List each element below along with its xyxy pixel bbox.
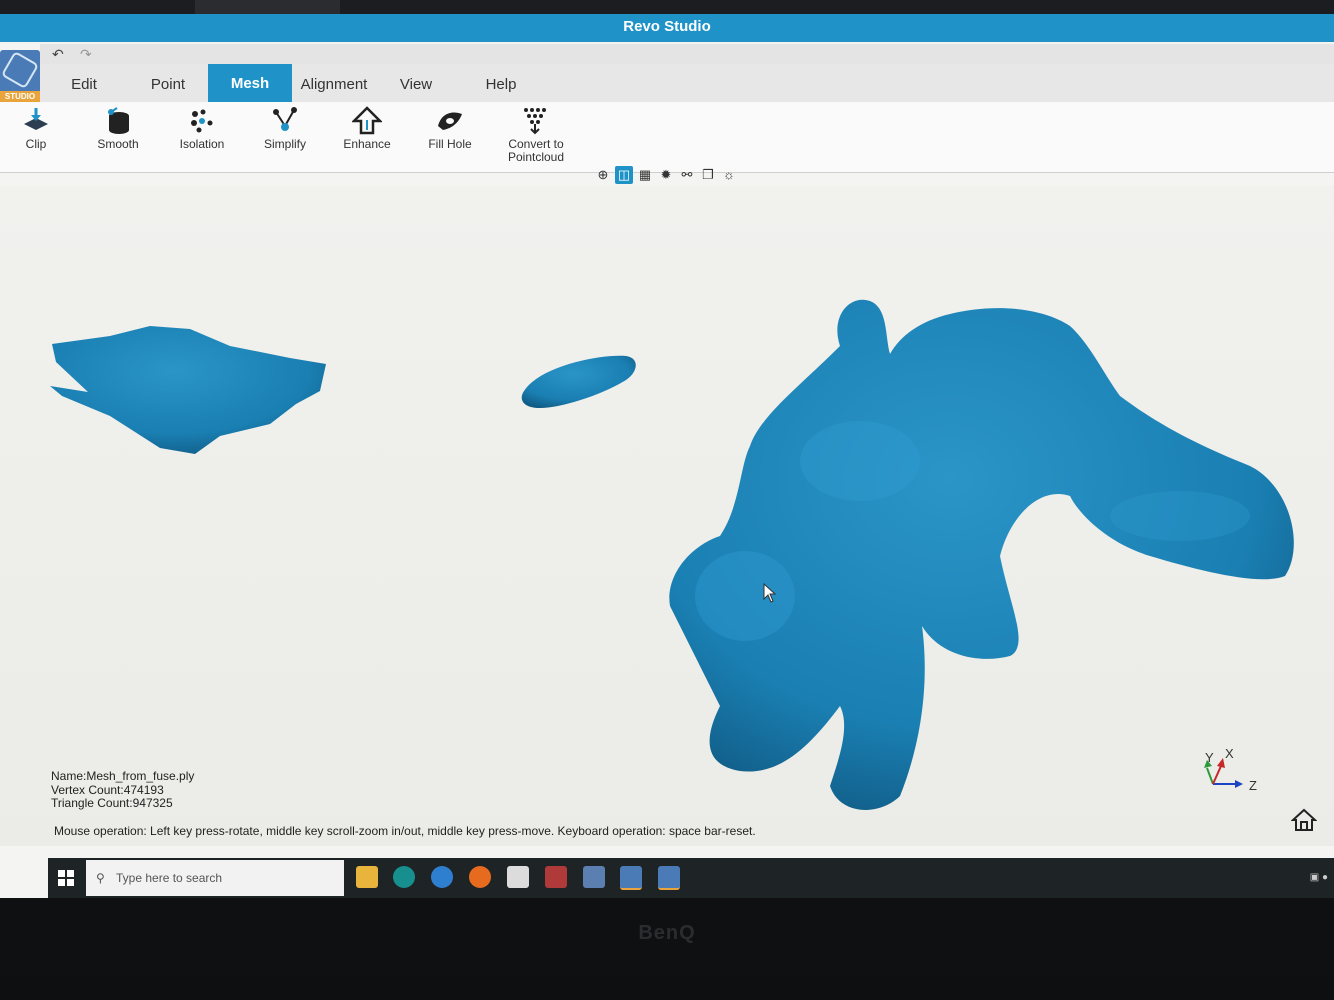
convert-label-line2: Pointcloud bbox=[507, 150, 565, 164]
mesh-info-panel: Name:Mesh_from_fuse.ply Vertex Count:474… bbox=[51, 769, 195, 811]
tab-view[interactable]: View bbox=[376, 64, 456, 102]
app-icon[interactable] bbox=[545, 866, 567, 888]
window-title: Revo Studio bbox=[0, 14, 1334, 42]
tab-help[interactable]: Help bbox=[456, 64, 546, 102]
mesh-highlight bbox=[1110, 491, 1250, 541]
convert-label-line1: Convert to bbox=[508, 137, 564, 151]
redo-icon[interactable]: ↷ bbox=[80, 46, 92, 63]
clip-button[interactable]: Clip bbox=[0, 102, 76, 168]
cube-icon[interactable]: ◫ bbox=[615, 166, 633, 184]
mesh-name: Name:Mesh_from_fuse.ply bbox=[51, 769, 195, 783]
firefox-icon[interactable] bbox=[469, 866, 491, 888]
status-hint: Mouse operation: Left key press-rotate, … bbox=[54, 824, 756, 838]
chat-icon[interactable]: ☼ bbox=[720, 166, 738, 184]
lighting-icon[interactable]: ✹ bbox=[657, 166, 675, 184]
convert-pointcloud-button[interactable]: Convert to Pointcloud bbox=[496, 102, 576, 168]
isolation-icon bbox=[191, 109, 213, 133]
fill-hole-icon bbox=[438, 112, 462, 130]
tab-point[interactable]: Point bbox=[128, 64, 208, 102]
mesh-highlight bbox=[695, 551, 795, 641]
clip-label: Clip bbox=[25, 137, 47, 151]
search-placeholder: Type here to search bbox=[116, 871, 223, 885]
home-view-icon[interactable] bbox=[1291, 808, 1317, 832]
enhance-button[interactable]: Enhance bbox=[327, 102, 407, 168]
arduino-icon[interactable] bbox=[393, 866, 415, 888]
convert-pointcloud-label: Convert to Pointcloud bbox=[496, 138, 576, 164]
tab-mesh[interactable]: Mesh bbox=[208, 64, 292, 102]
triangle-count: Triangle Count:947325 bbox=[51, 796, 173, 810]
vertex-count: Vertex Count:474193 bbox=[51, 782, 164, 797]
simplify-icon bbox=[273, 107, 297, 131]
simplify-label: Simplify bbox=[263, 137, 306, 151]
system-tray[interactable]: ▣ ● bbox=[1310, 872, 1328, 883]
convert-pointcloud-icon bbox=[524, 108, 546, 135]
revo-studio-icon[interactable] bbox=[620, 866, 642, 890]
file-explorer-icon[interactable] bbox=[356, 866, 378, 888]
tab-alignment[interactable]: Alignment bbox=[292, 64, 376, 102]
app-logo[interactable]: STUDIO bbox=[0, 50, 40, 102]
logo-text: STUDIO bbox=[0, 91, 40, 102]
axis-gizmo: Y X Z bbox=[1195, 746, 1265, 811]
enhance-label: Enhance bbox=[343, 137, 391, 151]
clip-icon bbox=[24, 108, 48, 130]
tab-edit[interactable]: Edit bbox=[40, 64, 128, 102]
hex-logo-icon bbox=[0, 50, 40, 90]
texture-icon[interactable]: ▦ bbox=[636, 166, 654, 184]
smooth-label: Smooth bbox=[97, 137, 139, 151]
3d-viewport[interactable]: Name:Mesh_from_fuse.ply Vertex Count:474… bbox=[0, 186, 1334, 846]
menu-bar: Edit Point Mesh Alignment View Help bbox=[40, 64, 1334, 102]
smooth-button[interactable]: Smooth bbox=[78, 102, 158, 168]
search-icon: ⚲ bbox=[96, 871, 105, 885]
window-icon[interactable]: ❐ bbox=[699, 166, 717, 184]
edge-icon[interactable] bbox=[431, 866, 453, 888]
screen: Revo Studio STUDIO ↶ ↷ Edit Point Mesh A… bbox=[0, 14, 1334, 898]
windows-taskbar: ⚲ Type here to search ▣ ● bbox=[48, 858, 1334, 898]
isolation-label: Isolation bbox=[179, 137, 225, 151]
ribbon-toolbar: Clip Smooth Isolation Simplify Enhance F… bbox=[0, 102, 1334, 173]
save-icon[interactable] bbox=[583, 866, 605, 888]
globe-icon[interactable]: ⚯ bbox=[678, 166, 696, 184]
enhance-icon bbox=[352, 106, 382, 135]
mesh-highlight bbox=[800, 421, 920, 501]
revo-studio-icon[interactable] bbox=[658, 866, 680, 890]
app-icon[interactable] bbox=[507, 866, 529, 888]
smooth-icon bbox=[108, 107, 129, 134]
target-icon[interactable]: ⊕ bbox=[594, 166, 612, 184]
fill-hole-button[interactable]: Fill Hole bbox=[410, 102, 490, 168]
axis-z-label: Z bbox=[1249, 778, 1257, 793]
simplify-button[interactable]: Simplify bbox=[245, 102, 325, 168]
view-toolbar: ⊕ ◫ ▦ ✹ ⚯ ❐ ☼ bbox=[592, 164, 742, 186]
mesh-scene bbox=[50, 299, 1294, 810]
taskbar-search[interactable]: ⚲ Type here to search bbox=[86, 860, 344, 896]
quick-access-bar: ↶ ↷ bbox=[40, 44, 1334, 64]
axis-y-label: Y bbox=[1205, 750, 1214, 765]
axis-x-label: X bbox=[1225, 746, 1234, 761]
windows-start-icon[interactable] bbox=[58, 870, 74, 886]
isolation-button[interactable]: Isolation bbox=[162, 102, 242, 168]
mesh-fragment-patch bbox=[50, 326, 326, 454]
mesh-fragment-pill bbox=[521, 355, 636, 408]
monitor-brand: BenQ bbox=[638, 922, 696, 944]
fill-hole-label: Fill Hole bbox=[428, 137, 472, 151]
undo-icon[interactable]: ↶ bbox=[52, 46, 64, 63]
mouse-cursor-icon bbox=[763, 583, 777, 603]
